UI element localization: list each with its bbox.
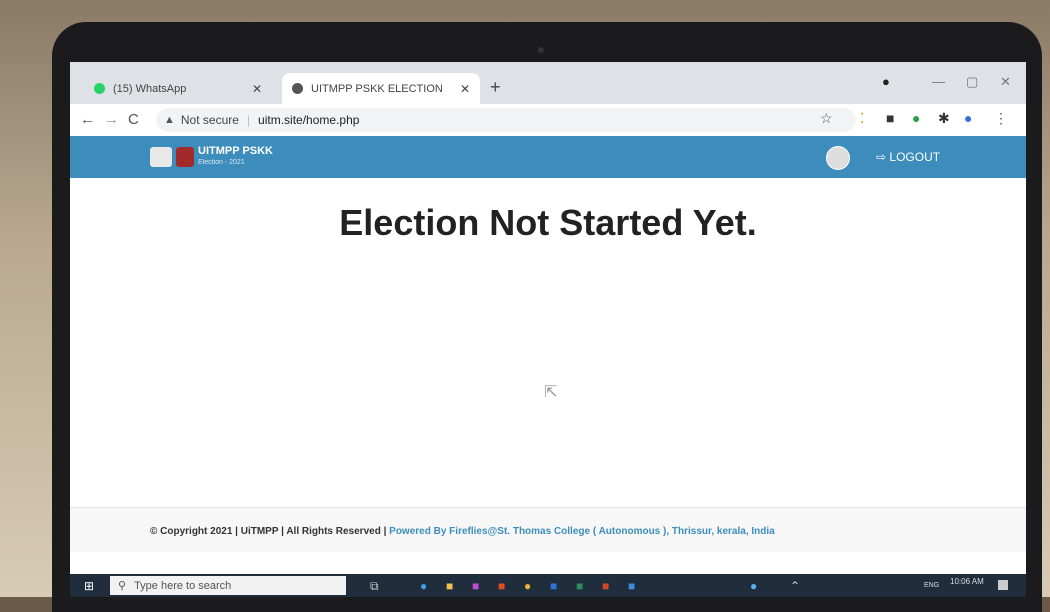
whatsapp-icon bbox=[94, 83, 105, 94]
browser-profile-icon[interactable]: ● bbox=[882, 74, 890, 89]
extension-icon[interactable]: ⁚ bbox=[860, 110, 864, 127]
taskbar-search[interactable]: ⚲ Type here to search bbox=[110, 576, 346, 595]
tab-title: UITMPP PSKK ELECTION bbox=[311, 82, 443, 95]
search-icon: ⚲ bbox=[118, 580, 127, 592]
tab-election[interactable]: UITMPP PSKK ELECTION ✕ bbox=[282, 73, 480, 104]
close-tab-icon[interactable]: ✕ bbox=[252, 82, 262, 96]
app-icon[interactable]: ■ bbox=[550, 579, 557, 593]
windows-taskbar: ⊞ ⚲ Type here to search ⧉ ● ■ ■ ■ ● ■ ■ … bbox=[70, 574, 1026, 597]
menu-icon[interactable]: ⋮ bbox=[994, 110, 1008, 127]
footer-powered-by[interactable]: Powered By Fireflies@St. Thomas College … bbox=[389, 526, 775, 537]
mouse-pointer-icon: ⇱ bbox=[544, 384, 558, 401]
file-explorer-icon[interactable]: ■ bbox=[446, 579, 453, 593]
new-tab-button[interactable]: + bbox=[490, 77, 501, 98]
logout-label: LOGOUT bbox=[889, 150, 941, 164]
weather-icon[interactable]: ● bbox=[750, 579, 757, 593]
logout-button[interactable]: ⇨ LOGOUT bbox=[876, 150, 940, 164]
taskbar-clock[interactable]: 10:06 AM bbox=[950, 577, 984, 586]
page-heading: Election Not Started Yet. bbox=[339, 202, 757, 243]
language-indicator[interactable]: ENG bbox=[924, 582, 939, 589]
extension-icon[interactable]: ■ bbox=[886, 110, 894, 126]
brand-title: UITMPP PSKK bbox=[198, 145, 273, 157]
maximize-button[interactable]: ▢ bbox=[966, 74, 978, 90]
laptop-screen: (15) WhatsApp ✕ UITMPP PSKK ELECTION ✕ +… bbox=[70, 62, 1026, 597]
reload-button[interactable]: C bbox=[128, 111, 139, 128]
site-brand[interactable]: UITMPP PSKK Election - 2021 bbox=[198, 146, 273, 168]
tab-whatsapp[interactable]: (15) WhatsApp ✕ bbox=[84, 73, 272, 104]
brand-subtitle: Election - 2021 bbox=[198, 159, 245, 166]
app-icon[interactable]: ■ bbox=[472, 579, 479, 593]
footer-copyright: © Copyright 2021 | UiTMPP | All Rights R… bbox=[150, 526, 387, 537]
search-placeholder: Type here to search bbox=[134, 579, 232, 592]
separator: | bbox=[246, 113, 251, 127]
url-text: uitm.site/home.php bbox=[258, 113, 360, 127]
windows-start-icon[interactable]: ⊞ bbox=[84, 579, 94, 593]
extension-icon[interactable]: ● bbox=[912, 110, 920, 126]
site-navbar: UITMPP PSKK Election - 2021 ⇨ LOGOUT bbox=[70, 136, 1026, 178]
task-view-icon[interactable]: ⧉ bbox=[370, 579, 379, 594]
warning-icon: ▲ bbox=[164, 114, 175, 126]
college-logo bbox=[176, 147, 194, 167]
globe-icon bbox=[292, 83, 303, 94]
tab-title: (15) WhatsApp bbox=[113, 82, 187, 95]
powerpoint-icon[interactable]: ■ bbox=[602, 579, 609, 593]
notification-icon[interactable] bbox=[998, 580, 1008, 590]
address-bar[interactable]: ▲ Not secure | uitm.site/home.php bbox=[156, 108, 856, 132]
close-window-button[interactable]: ✕ bbox=[1000, 74, 1011, 90]
logout-icon: ⇨ bbox=[876, 150, 887, 164]
security-label: Not secure bbox=[180, 113, 239, 127]
browser-tab-strip: (15) WhatsApp ✕ UITMPP PSKK ELECTION ✕ +… bbox=[70, 62, 1026, 104]
excel-icon[interactable]: ■ bbox=[576, 579, 583, 593]
edge-icon[interactable]: ● bbox=[420, 579, 427, 593]
site-footer: © Copyright 2021 | UiTMPP | All Rights R… bbox=[70, 507, 1026, 552]
minimize-button[interactable]: — bbox=[932, 74, 945, 89]
bookmark-star-icon[interactable]: ☆ bbox=[820, 110, 833, 127]
app-icon[interactable]: ■ bbox=[628, 579, 635, 593]
puzzle-icon[interactable]: ✱ bbox=[938, 110, 950, 127]
system-tray-icon[interactable]: ⌃ bbox=[790, 579, 800, 593]
browser-toolbar: ← → C ▲ Not secure | uitm.site/home.php … bbox=[70, 104, 1026, 137]
close-tab-icon[interactable]: ✕ bbox=[460, 82, 470, 96]
back-button[interactable]: ← bbox=[80, 111, 95, 128]
user-avatar[interactable] bbox=[826, 146, 850, 170]
office-icon[interactable]: ■ bbox=[498, 579, 505, 593]
chrome-icon[interactable]: ● bbox=[524, 579, 531, 593]
webcam bbox=[538, 47, 544, 53]
forward-button[interactable]: → bbox=[104, 111, 119, 128]
profile-avatar-icon[interactable]: ● bbox=[964, 110, 972, 126]
ballot-box-icon bbox=[150, 147, 172, 167]
